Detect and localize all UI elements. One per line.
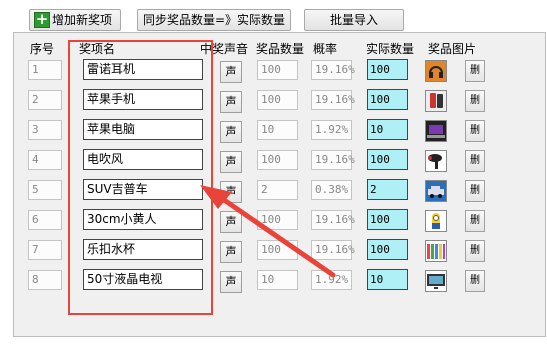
annotation-arrow: [200, 185, 336, 278]
